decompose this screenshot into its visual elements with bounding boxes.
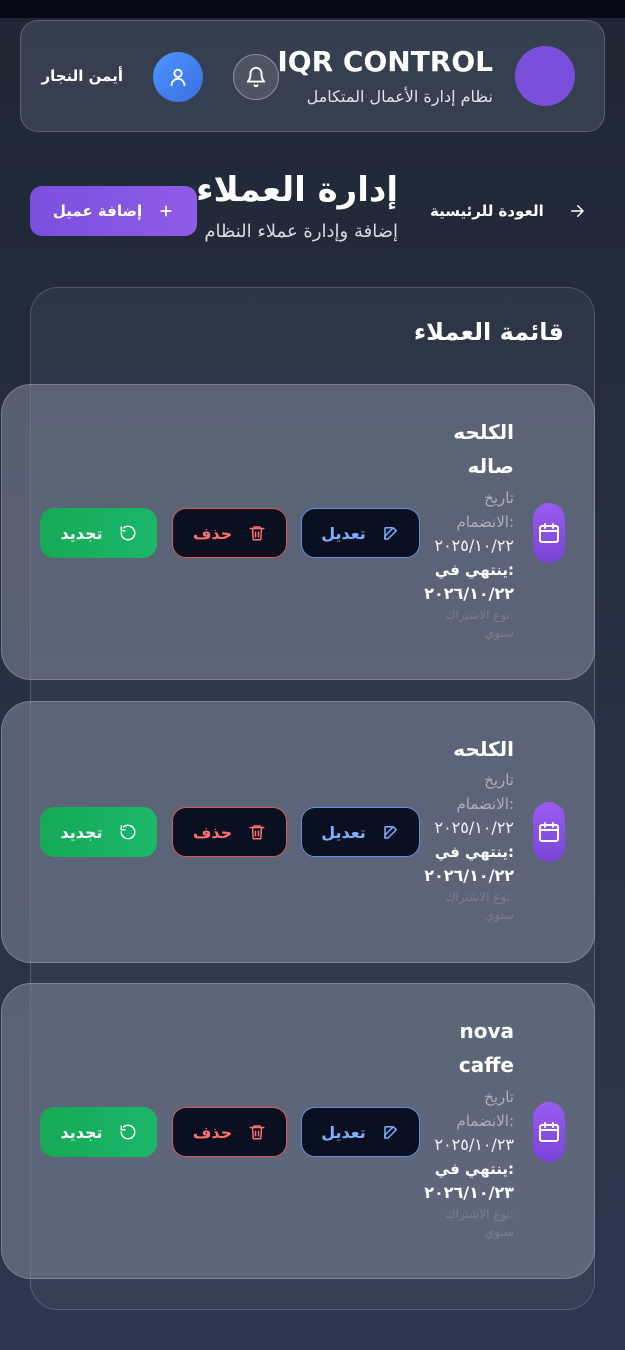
calendar-badge	[533, 1102, 565, 1162]
refresh-icon	[120, 824, 135, 840]
delete-button[interactable]: حذف	[172, 1107, 287, 1157]
add-client-button[interactable]: إضافة عميل	[30, 186, 197, 236]
top-strip	[0, 0, 625, 18]
edit-label: تعديل	[321, 1122, 366, 1142]
client-card: الكلحه صاله تاريخ الانضمام: ٢٠٢٥/١٠/٢٢ ي…	[1, 384, 595, 680]
subscription-type-label: نوع الاشتراك:	[445, 1207, 514, 1221]
edit-label: تعديل	[321, 523, 366, 543]
expiry-label: ينتهي في:	[434, 561, 514, 579]
edit-icon	[384, 1126, 397, 1139]
client-name: الكلحه	[364, 732, 514, 766]
expiry-date: ٢٠٢٦/١٠/٢٢	[424, 584, 514, 603]
user-icon	[170, 68, 186, 87]
edit-label: تعديل	[321, 822, 366, 842]
client-name-line: caffe	[458, 1053, 514, 1077]
join-label: تاريخ	[484, 1088, 514, 1106]
client-name: الكلحه صاله	[364, 415, 514, 483]
delete-button[interactable]: حذف	[172, 807, 287, 857]
client-name: nova caffe	[364, 1014, 514, 1082]
client-name-line: nova	[459, 1019, 514, 1043]
app-header: IQR CONTROL نظام إدارة الأعمال المتكامل …	[20, 20, 605, 132]
renew-button[interactable]: تجديد	[40, 1107, 157, 1157]
app-logo	[515, 46, 575, 106]
expiry-label: ينتهي في:	[434, 1160, 514, 1178]
join-label: تاريخ	[484, 489, 514, 507]
delete-button[interactable]: حذف	[172, 508, 287, 558]
edit-icon	[384, 527, 397, 540]
refresh-icon	[120, 525, 135, 541]
join-label: تاريخ	[484, 771, 514, 789]
renew-label: تجديد	[60, 822, 103, 842]
calendar-badge	[533, 802, 565, 862]
list-title: قائمة العملاء	[413, 318, 564, 346]
client-card: الكلحه تاريخ الانضمام: ٢٠٢٥/١٠/٢٢ ينتهي …	[1, 701, 595, 963]
trash-icon	[249, 825, 265, 840]
client-name-line: الكلحه	[453, 420, 514, 444]
bell-icon	[246, 67, 266, 88]
calendar-icon	[539, 523, 559, 543]
expiry-date: ٢٠٢٦/١٠/٢٢	[424, 866, 514, 885]
renew-label: تجديد	[60, 1122, 103, 1142]
renew-label: تجديد	[60, 523, 103, 543]
edit-button[interactable]: تعديل	[301, 508, 420, 558]
renew-button[interactable]: تجديد	[40, 807, 157, 857]
edit-button[interactable]: تعديل	[301, 1107, 420, 1157]
renew-button[interactable]: تجديد	[40, 508, 157, 558]
client-name-line: الكلحه	[453, 737, 514, 761]
calendar-badge	[533, 503, 565, 563]
arrow-right-icon	[571, 205, 584, 217]
back-label: العودة للرئيسية	[430, 202, 544, 220]
page-subtitle: إضافة وإدارة عملاء النظام	[204, 221, 398, 242]
subscription-type-label: نوع الاشتراك:	[445, 608, 514, 622]
subscription-type-value: سنوي	[484, 1225, 514, 1239]
subscription-type-value: سنوي	[484, 626, 514, 640]
user-avatar-button[interactable]	[153, 52, 203, 102]
client-name-line: صاله	[467, 454, 514, 478]
delete-label: حذف	[192, 822, 233, 842]
user-name: أيمن النجار	[41, 67, 123, 85]
expiry-date: ٢٠٢٦/١٠/٢٣	[424, 1183, 514, 1202]
delete-label: حذف	[192, 523, 233, 543]
delete-label: حذف	[192, 1122, 233, 1142]
page-title: إدارة العملاء	[196, 170, 398, 210]
subscription-type-value: سنوي	[484, 908, 514, 922]
refresh-icon	[120, 1124, 135, 1140]
edit-icon	[384, 826, 397, 839]
back-to-home-link[interactable]: العودة للرئيسية	[430, 196, 586, 226]
plus-icon	[160, 205, 172, 217]
brand-title: IQR CONTROL	[277, 45, 493, 78]
clients-list-panel: الكلحه صاله تاريخ الانضمام: ٢٠٢٥/١٠/٢٢ ي…	[1, 287, 595, 1310]
calendar-icon	[539, 822, 559, 842]
subscription-type-label: نوع الاشتراك:	[445, 890, 514, 904]
client-card: nova caffe تاريخ الانضمام: ٢٠٢٥/١٠/٢٣ ين…	[1, 983, 595, 1279]
edit-button[interactable]: تعديل	[301, 807, 420, 857]
notifications-button[interactable]	[233, 54, 279, 100]
trash-icon	[249, 1125, 265, 1140]
brand-subtitle: نظام إدارة الأعمال المتكامل	[306, 87, 493, 106]
trash-icon	[249, 526, 265, 541]
add-client-label: إضافة عميل	[52, 202, 143, 220]
calendar-icon	[539, 1122, 559, 1142]
